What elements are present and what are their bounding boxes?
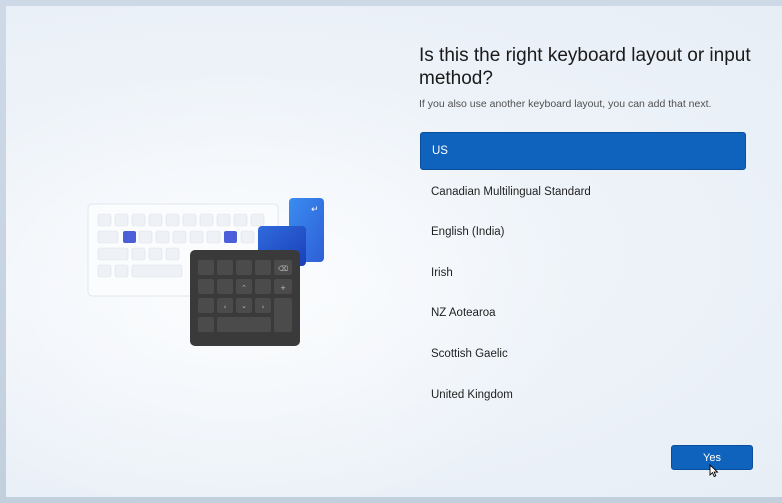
arrow-up-icon: ⌃	[241, 284, 247, 292]
layout-option-nz-aotearoa[interactable]: NZ Aotearoa	[420, 294, 746, 332]
backspace-icon: ⌫	[278, 265, 288, 273]
page-title: Is this the right keyboard layout or inp…	[419, 45, 751, 89]
layout-option-irish[interactable]: Irish	[420, 254, 746, 292]
accent-key	[224, 231, 237, 243]
keyboard-layout-list: US Canadian Multilingual Standard Englis…	[420, 132, 746, 416]
layout-option-label: US	[432, 145, 448, 157]
enter-key-icon: ↵	[311, 205, 319, 215]
keyboard-illustration: ↵ ⌫ ⌃ + ‹ ⌄ ›	[87, 198, 324, 346]
layout-option-scottish-gaelic[interactable]: Scottish Gaelic	[420, 335, 746, 373]
layout-option-canadian-multilingual[interactable]: Canadian Multilingual Standard	[420, 173, 746, 211]
layout-option-us[interactable]: US	[420, 132, 746, 170]
arrow-right-icon: ›	[262, 303, 265, 311]
arrow-down-icon: ⌄	[241, 302, 247, 310]
layout-option-label: Irish	[431, 266, 453, 279]
accent-key	[123, 231, 136, 243]
layout-option-united-kingdom[interactable]: United Kingdom	[420, 376, 746, 414]
layout-option-label: Scottish Gaelic	[431, 347, 508, 360]
layout-option-label: Canadian Multilingual Standard	[431, 185, 591, 198]
oobe-window: ↵ ⌫ ⌃ + ‹ ⌄ › Is this the right keyboard…	[6, 6, 782, 497]
page-subtitle: If you also use another keyboard layout,…	[419, 98, 712, 110]
layout-option-label: United Kingdom	[431, 388, 513, 401]
layout-option-label: NZ Aotearoa	[431, 307, 496, 320]
layout-option-label: English (India)	[431, 226, 505, 239]
layout-option-english-india[interactable]: English (India)	[420, 213, 746, 251]
mouse-cursor-icon	[709, 464, 719, 478]
arrow-left-icon: ‹	[224, 303, 227, 311]
plus-icon: +	[280, 284, 286, 292]
